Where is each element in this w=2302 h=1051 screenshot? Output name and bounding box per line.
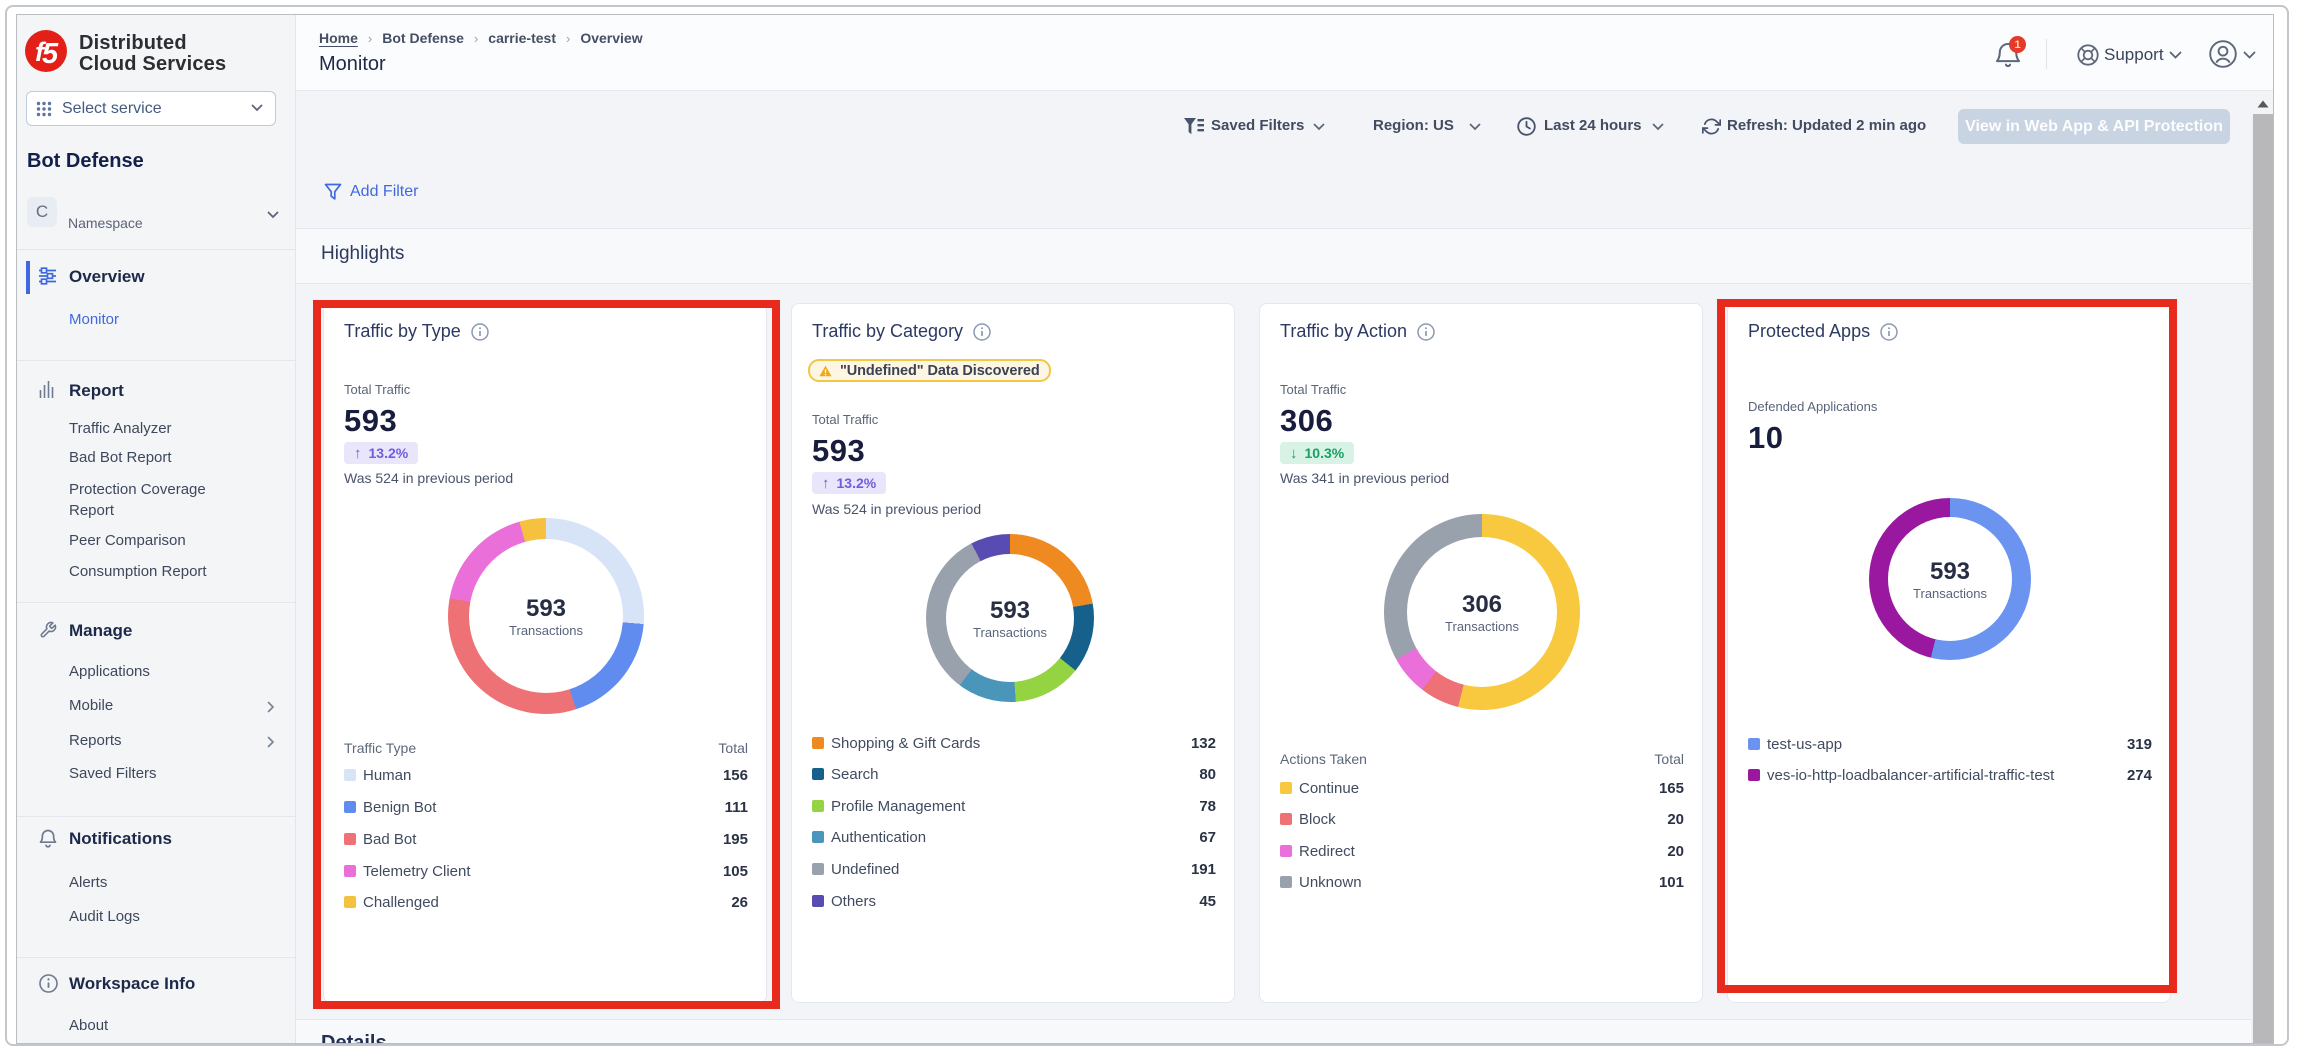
svg-text:5: 5: [42, 38, 59, 70]
